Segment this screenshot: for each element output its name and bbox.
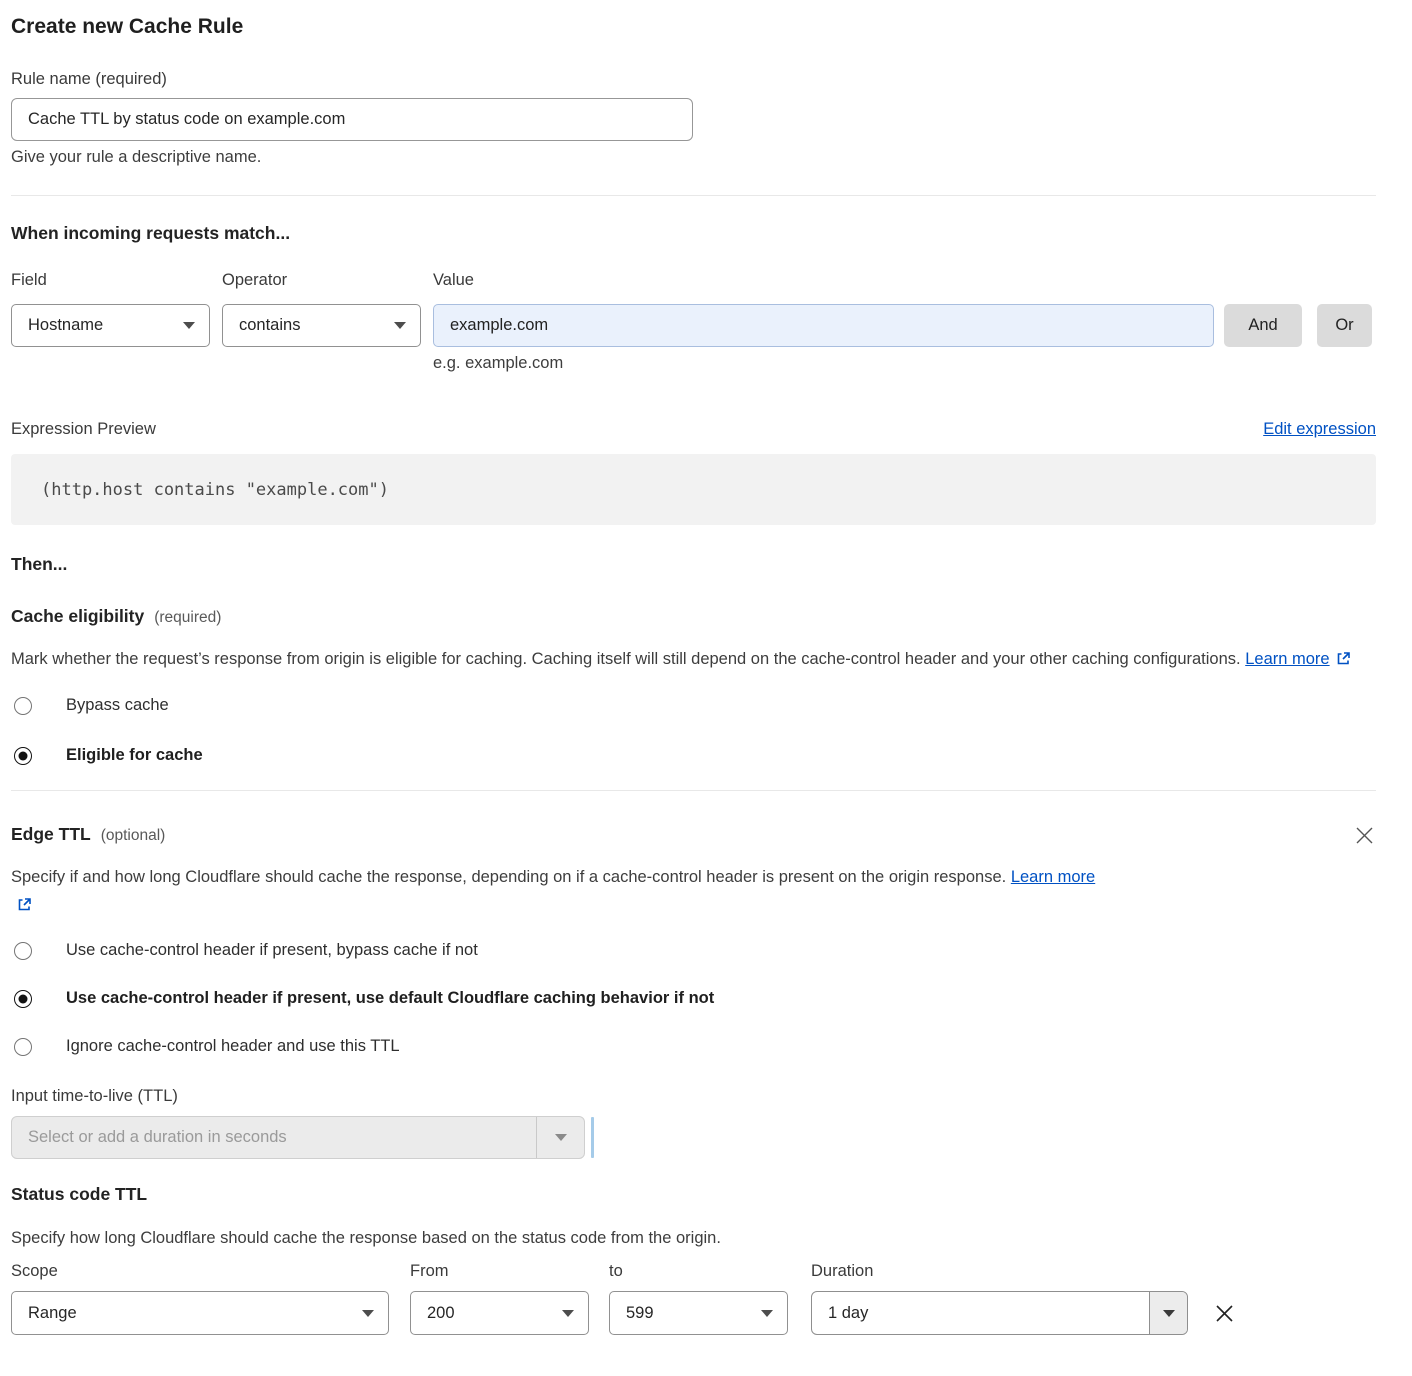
ttl-input-label: Input time-to-live (TTL) [11, 1087, 1376, 1106]
external-link-icon [17, 897, 32, 912]
cache-eligibility-heading: Cache eligibility [11, 606, 144, 627]
value-label: Value [433, 271, 1214, 290]
radio-option-use-header-default[interactable]: Use cache-control header if present, use… [11, 989, 1376, 1008]
create-cache-rule-page: Create new Cache Rule Rule name (require… [0, 0, 1412, 1361]
ttl-duration-select[interactable]: Select or add a duration in seconds [11, 1116, 585, 1159]
rule-name-input[interactable] [11, 98, 693, 141]
operator-select-value: contains [239, 316, 300, 335]
cache-eligibility-heading-row: Cache eligibility (required) [11, 606, 1376, 627]
operator-label: Operator [222, 271, 421, 290]
required-tag: (required) [154, 609, 221, 627]
duration-caret-button[interactable] [1149, 1292, 1187, 1334]
radio-icon[interactable] [14, 697, 32, 715]
ttl-select-row: Select or add a duration in seconds [11, 1116, 1376, 1159]
duration-label: Duration [811, 1262, 1188, 1281]
match-labels-row: Field Operator Value [11, 271, 1376, 290]
status-code-row: Range 200 599 1 day [11, 1291, 1376, 1335]
field-select[interactable]: Hostname [11, 304, 210, 347]
status-code-ttl-heading: Status code TTL [11, 1184, 1376, 1205]
rule-name-helper: Give your rule a descriptive name. [11, 148, 1376, 167]
learn-more-label: Learn more [1245, 650, 1329, 668]
match-heading: When incoming requests match... [11, 223, 1376, 244]
from-label: From [410, 1262, 589, 1281]
duration-select[interactable]: 1 day [811, 1291, 1188, 1335]
edge-ttl-description-text: Specify if and how long Cloudflare shoul… [11, 868, 1006, 886]
to-label: to [609, 1262, 788, 1281]
radio-label: Ignore cache-control header and use this… [66, 1037, 400, 1056]
radio-label: Use cache-control header if present, use… [66, 989, 714, 1008]
chevron-down-icon [562, 1310, 574, 1317]
scope-select-value: Range [28, 1304, 77, 1323]
cache-eligibility-description: Mark whether the request’s response from… [11, 645, 1356, 673]
edge-ttl-heading: Edge TTL [11, 824, 91, 845]
expression-preview-header: Expression Preview Edit expression [11, 420, 1376, 439]
expression-preview-label: Expression Preview [11, 420, 156, 439]
radio-option-use-header-bypass[interactable]: Use cache-control header if present, byp… [11, 941, 1376, 960]
chevron-down-icon [183, 322, 195, 329]
chevron-down-icon [362, 1310, 374, 1317]
chevron-down-icon [761, 1310, 773, 1317]
operator-select[interactable]: contains [222, 304, 421, 347]
then-heading: Then... [11, 554, 1376, 575]
edge-ttl-heading-row: Edge TTL (optional) [11, 824, 165, 845]
divider [11, 790, 1376, 791]
radio-icon-selected[interactable] [14, 990, 32, 1008]
expression-preview-box: (http.host contains "example.com") [11, 454, 1376, 525]
radio-icon-selected[interactable] [14, 747, 32, 765]
close-edge-ttl-button[interactable] [1353, 824, 1376, 847]
match-condition-row: Hostname contains And Or [11, 304, 1376, 347]
status-code-ttl-description: Specify how long Cloudflare should cache… [11, 1224, 1376, 1252]
radio-icon[interactable] [14, 942, 32, 960]
radio-label: Eligible for cache [66, 746, 203, 765]
radio-option-bypass-cache[interactable]: Bypass cache [11, 696, 1376, 715]
chevron-down-icon [1163, 1310, 1175, 1317]
learn-more-link[interactable]: Learn more [1245, 650, 1350, 668]
scope-label: Scope [11, 1262, 389, 1281]
learn-more-label: Learn more [1011, 868, 1095, 886]
radio-icon[interactable] [14, 1038, 32, 1056]
to-select[interactable]: 599 [609, 1291, 788, 1335]
delete-icon [1214, 1303, 1235, 1324]
field-select-value: Hostname [28, 316, 103, 335]
value-helper: e.g. example.com [433, 354, 1376, 373]
ttl-select-placeholder: Select or add a duration in seconds [12, 1117, 536, 1158]
status-code-labels-row: Scope From to Duration [11, 1262, 1376, 1281]
to-select-value: 599 [626, 1304, 654, 1323]
divider [11, 195, 1376, 196]
radio-option-eligible-for-cache[interactable]: Eligible for cache [11, 746, 1376, 765]
duration-select-value: 1 day [812, 1292, 1149, 1334]
rule-name-label: Rule name (required) [11, 70, 1376, 89]
external-link-icon [1336, 651, 1351, 666]
optional-tag: (optional) [101, 827, 166, 845]
chevron-down-icon [394, 322, 406, 329]
edit-expression-link[interactable]: Edit expression [1263, 420, 1376, 439]
expression-code: (http.host contains "example.com") [41, 480, 389, 500]
and-button[interactable]: And [1224, 304, 1302, 347]
from-select-value: 200 [427, 1304, 455, 1323]
from-select[interactable]: 200 [410, 1291, 589, 1335]
close-icon [1355, 826, 1374, 845]
ttl-select-caret-button[interactable] [536, 1117, 584, 1158]
page-title: Create new Cache Rule [11, 14, 1376, 40]
focus-indicator [591, 1117, 594, 1158]
field-label: Field [11, 271, 210, 290]
radio-label: Bypass cache [66, 696, 169, 715]
or-button[interactable]: Or [1317, 304, 1372, 347]
delete-status-code-row-button[interactable] [1212, 1301, 1237, 1326]
scope-select[interactable]: Range [11, 1291, 389, 1335]
chevron-down-icon [555, 1134, 567, 1141]
radio-option-ignore-header[interactable]: Ignore cache-control header and use this… [11, 1037, 1376, 1056]
value-input[interactable] [433, 304, 1214, 347]
edge-ttl-header: Edge TTL (optional) [11, 824, 1376, 847]
edge-ttl-description: Specify if and how long Cloudflare shoul… [11, 863, 1116, 919]
cache-eligibility-description-text: Mark whether the request’s response from… [11, 650, 1241, 668]
radio-label: Use cache-control header if present, byp… [66, 941, 478, 960]
